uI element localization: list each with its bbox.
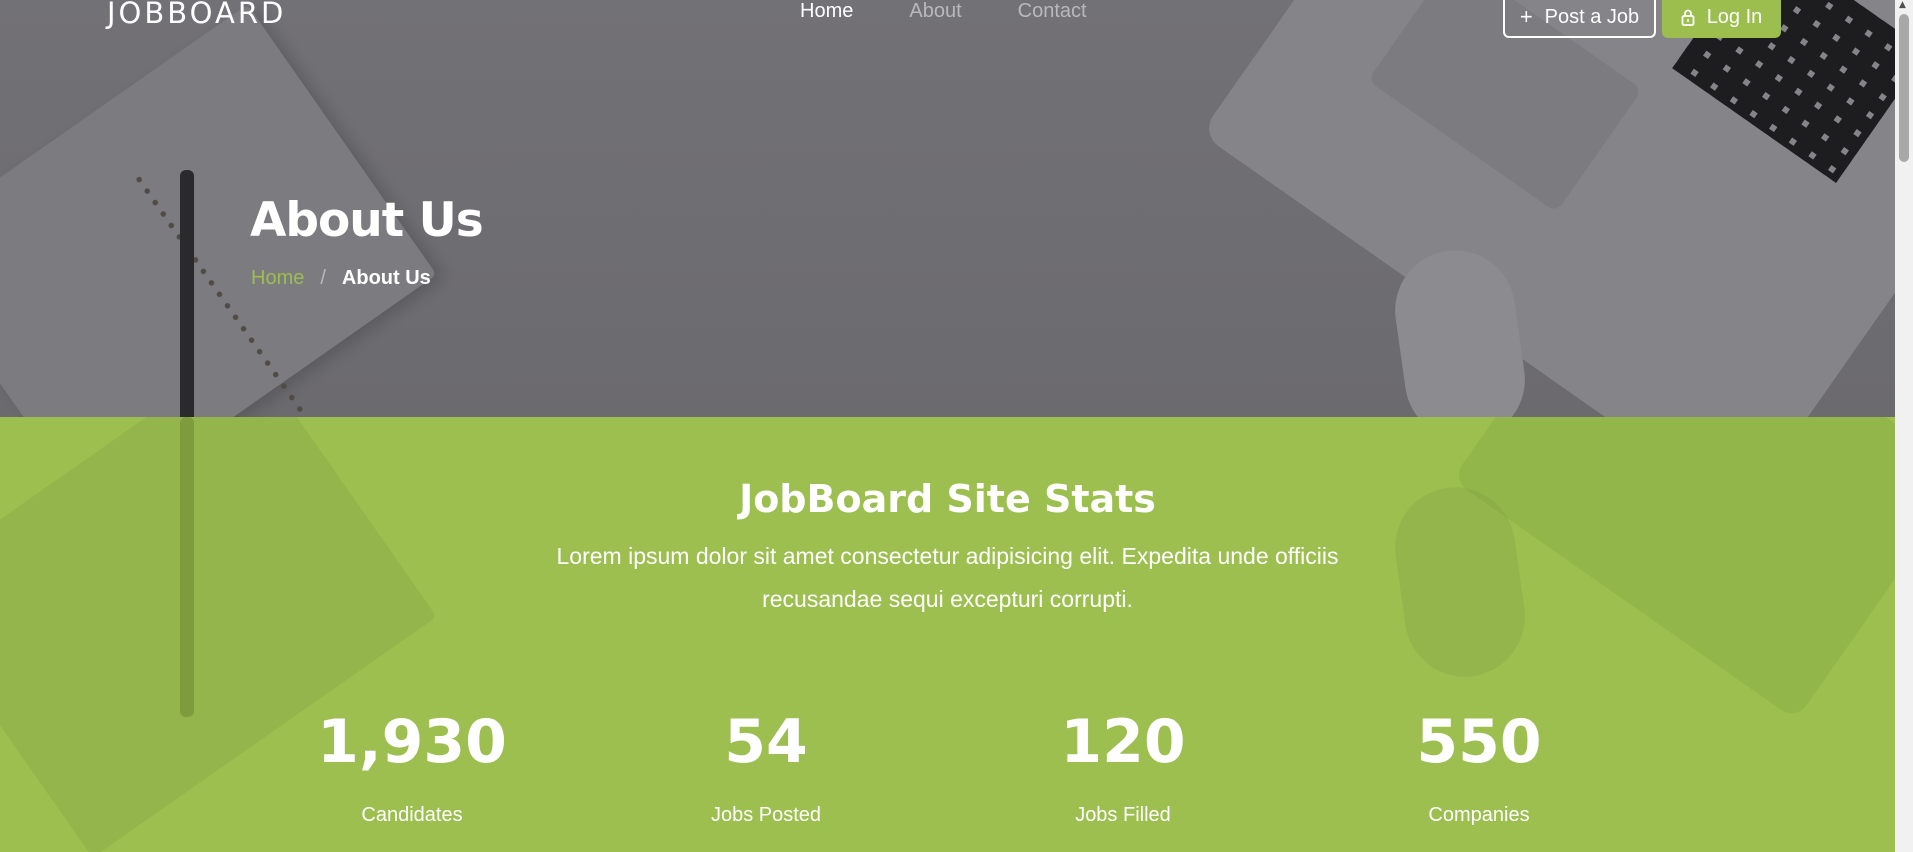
stat-companies: 550 Companies xyxy=(1329,712,1629,827)
stat-value: 54 xyxy=(724,707,808,777)
post-job-label: Post a Job xyxy=(1544,5,1640,28)
nav-link-about[interactable]: About xyxy=(909,0,961,23)
breadcrumb-current: About Us xyxy=(341,267,431,289)
scroll-up-arrow-icon[interactable]: ▲ xyxy=(1899,0,1906,10)
nav-link-contact[interactable]: Contact xyxy=(1018,0,1087,23)
stat-label: Jobs Posted xyxy=(710,804,822,826)
post-job-button[interactable]: + Post a Job xyxy=(1503,0,1656,38)
site-logo[interactable]: JOBBOARD xyxy=(107,0,286,30)
scrollbar-thumb[interactable] xyxy=(1899,14,1909,162)
vertical-scrollbar[interactable]: ▲ xyxy=(1895,0,1913,852)
login-label: Log In xyxy=(1706,5,1763,28)
nav-links: Home About Contact xyxy=(800,0,1087,23)
stat-value: 1,930 xyxy=(317,707,507,777)
breadcrumb-separator: / xyxy=(320,267,326,289)
page-title: About Us xyxy=(250,193,484,248)
stat-value: 120 xyxy=(1060,707,1186,777)
lock-icon xyxy=(1681,9,1695,26)
stat-candidates: 1,930 Candidates xyxy=(262,712,562,827)
stat-label: Candidates xyxy=(361,804,463,826)
stats-title: JobBoard Site Stats xyxy=(739,477,1156,521)
stat-label: Jobs Filled xyxy=(1075,804,1171,826)
stats-description: Lorem ipsum dolor sit amet consectetur a… xyxy=(556,543,1339,612)
pen-image xyxy=(180,170,194,417)
nav-link-home[interactable]: Home xyxy=(800,0,853,23)
stats-background-pen xyxy=(180,417,194,717)
navbar: JOBBOARD Home About Contact + Post a Job… xyxy=(0,0,1895,40)
login-button[interactable]: Log In xyxy=(1662,0,1781,38)
breadcrumb-home-link[interactable]: Home xyxy=(251,267,304,290)
plus-icon: + xyxy=(1519,4,1533,29)
stat-label: Companies xyxy=(1428,804,1530,826)
stats-section: JobBoard Site Stats Lorem ipsum dolor si… xyxy=(0,417,1895,852)
stat-jobs-filled: 120 Jobs Filled xyxy=(973,712,1273,827)
breadcrumb: Home / About Us xyxy=(251,267,431,290)
stat-jobs-posted: 54 Jobs Posted xyxy=(616,712,916,827)
stat-value: 550 xyxy=(1416,707,1542,777)
